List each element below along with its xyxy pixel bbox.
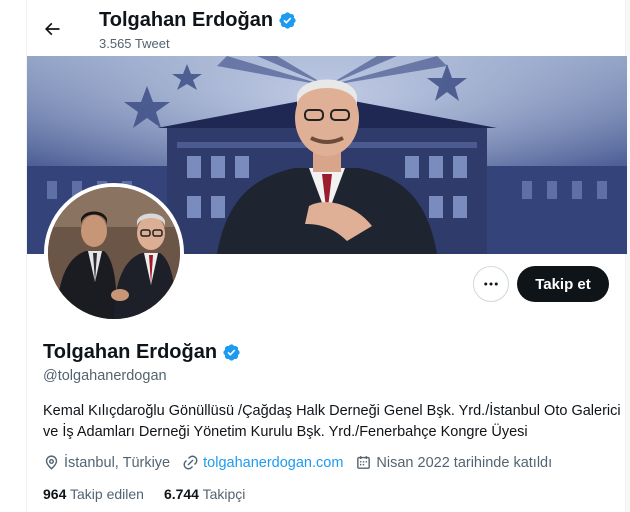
profile-name-row: Tolgahan Erdoğan: [43, 341, 241, 364]
location-pin-icon: [43, 454, 60, 471]
calendar-icon: [355, 454, 372, 471]
followers-count: 6.744: [163, 486, 199, 502]
verified-badge-icon: [222, 343, 241, 362]
joined-item: Nisan 2022 tarihinde katıldı: [355, 454, 552, 471]
follow-button[interactable]: Takip et: [517, 266, 609, 302]
tweet-count: 3.565 Tweet: [99, 36, 170, 51]
follow-stats: 964 Takip edilen 6.744 Takipçi: [43, 486, 245, 502]
link-icon: [182, 454, 199, 471]
verified-badge-icon: [278, 11, 297, 30]
followers-label: Takipçi: [202, 486, 246, 502]
profile-handle: @tolgahanerdogan: [43, 368, 167, 384]
location-item: İstanbul, Türkiye: [43, 454, 170, 471]
more-options-button[interactable]: [473, 266, 509, 302]
more-horizontal-icon: [482, 275, 500, 293]
website-item[interactable]: tolgahanerdogan.com: [182, 454, 343, 471]
left-gutter: [0, 0, 26, 512]
arrow-left-icon: [42, 19, 62, 39]
following-stat[interactable]: 964 Takip edilen: [43, 486, 144, 502]
top-bar: Tolgahan Erdoğan 3.565 Tweet: [27, 0, 627, 56]
followers-stat[interactable]: 6.744 Takipçi: [164, 486, 245, 502]
back-button[interactable]: [37, 14, 67, 44]
profile-avatar[interactable]: [44, 183, 184, 323]
profile-meta: İstanbul, Türkiye tolgahanerdogan.com Ni…: [43, 454, 552, 471]
header-title: Tolgahan Erdoğan: [99, 9, 297, 32]
following-label: Takip edilen: [70, 486, 144, 502]
profile-bio: Kemal Kılıçdaroğlu Gönüllüsü /Çağdaş Hal…: [43, 403, 621, 440]
profile-column: Tolgahan Erdoğan 3.565 Tweet Takip et To…: [26, 0, 627, 512]
website-link[interactable]: tolgahanerdogan.com: [203, 455, 343, 471]
profile-display-name: Tolgahan Erdoğan: [43, 341, 218, 363]
joined-text: Nisan 2022 tarihinde katıldı: [376, 454, 553, 471]
location-text: İstanbul, Türkiye: [64, 454, 171, 471]
following-count: 964: [43, 486, 67, 502]
header-name: Tolgahan Erdoğan: [99, 9, 274, 31]
